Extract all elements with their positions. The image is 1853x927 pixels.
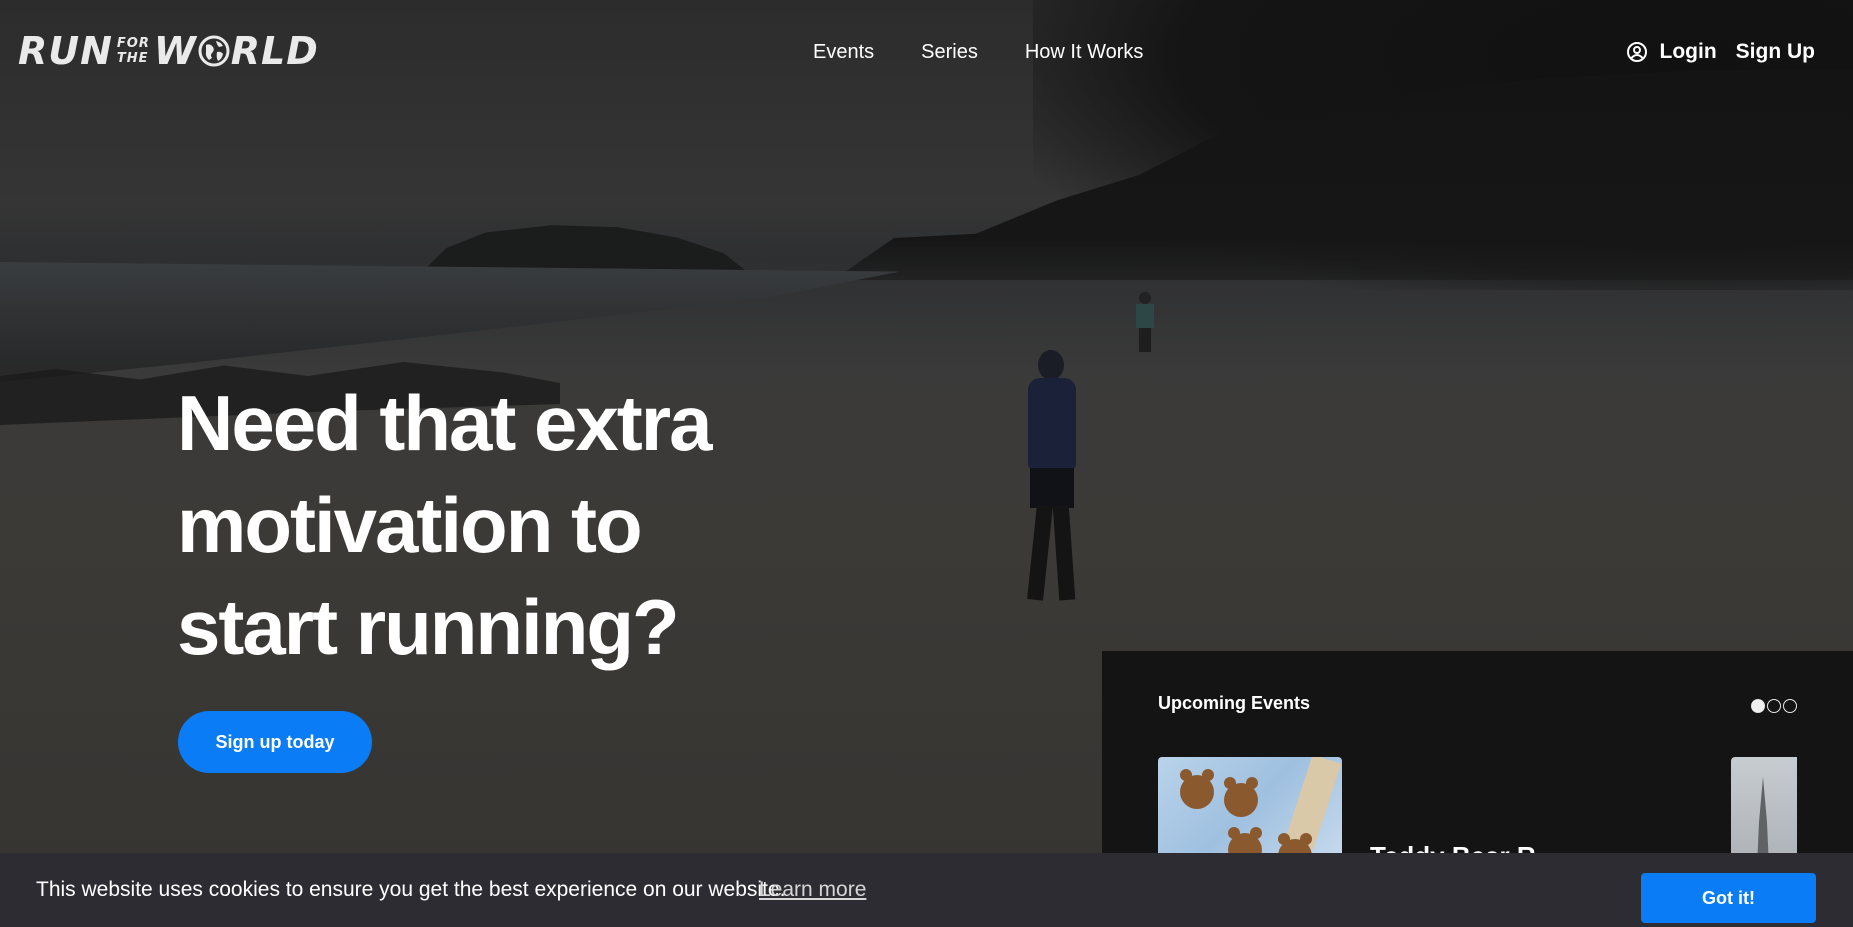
logo-rld: RLD: [230, 29, 319, 73]
main-nav: Events Series How It Works: [813, 38, 1143, 66]
upcoming-events-title: Upcoming Events: [1158, 693, 1311, 713]
nav-link-how-it-works[interactable]: How It Works: [1025, 38, 1144, 66]
distant-runner: [1136, 292, 1154, 354]
island: [420, 225, 750, 274]
headline-line-2: motivation to: [177, 481, 643, 569]
top-nav: RUN FOR THE W RLD Events Series How It W…: [0, 0, 1853, 104]
hero-headline: Need that extra motivation to start runn…: [177, 372, 857, 678]
cookie-learn-more-link[interactable]: Learn more: [759, 877, 866, 903]
headline-line-3: start running?: [177, 583, 680, 671]
runner: [1018, 350, 1088, 610]
carousel-dot-2[interactable]: [1767, 699, 1781, 713]
carousel-dot-1[interactable]: [1751, 699, 1765, 713]
carousel-pagination: [1751, 699, 1797, 713]
headline-line-1: Need that extra: [177, 379, 713, 467]
globe-icon: [198, 35, 230, 67]
signup-cta-button[interactable]: Sign up today: [178, 711, 372, 773]
auth-links: Login Sign Up: [1626, 38, 1815, 66]
user-circle-icon: [1626, 42, 1647, 62]
carousel-dot-3[interactable]: [1783, 699, 1797, 713]
logo-run: RUN: [18, 29, 113, 73]
nav-link-series[interactable]: Series: [921, 38, 978, 66]
site-logo[interactable]: RUN FOR THE W RLD: [18, 28, 319, 74]
cookie-accept-button[interactable]: Got it!: [1641, 873, 1816, 923]
cookie-message: This website uses cookies to ensure you …: [36, 878, 786, 901]
cookie-banner: This website uses cookies to ensure you …: [0, 853, 1853, 927]
signup-link[interactable]: Sign Up: [1736, 38, 1815, 66]
logo-for: FOR: [116, 36, 150, 51]
login-link[interactable]: Login: [1660, 38, 1717, 66]
nav-link-events[interactable]: Events: [813, 38, 874, 66]
logo-the: THE: [116, 51, 149, 66]
logo-for-the: FOR THE: [117, 36, 150, 66]
logo-w: W: [153, 29, 197, 73]
